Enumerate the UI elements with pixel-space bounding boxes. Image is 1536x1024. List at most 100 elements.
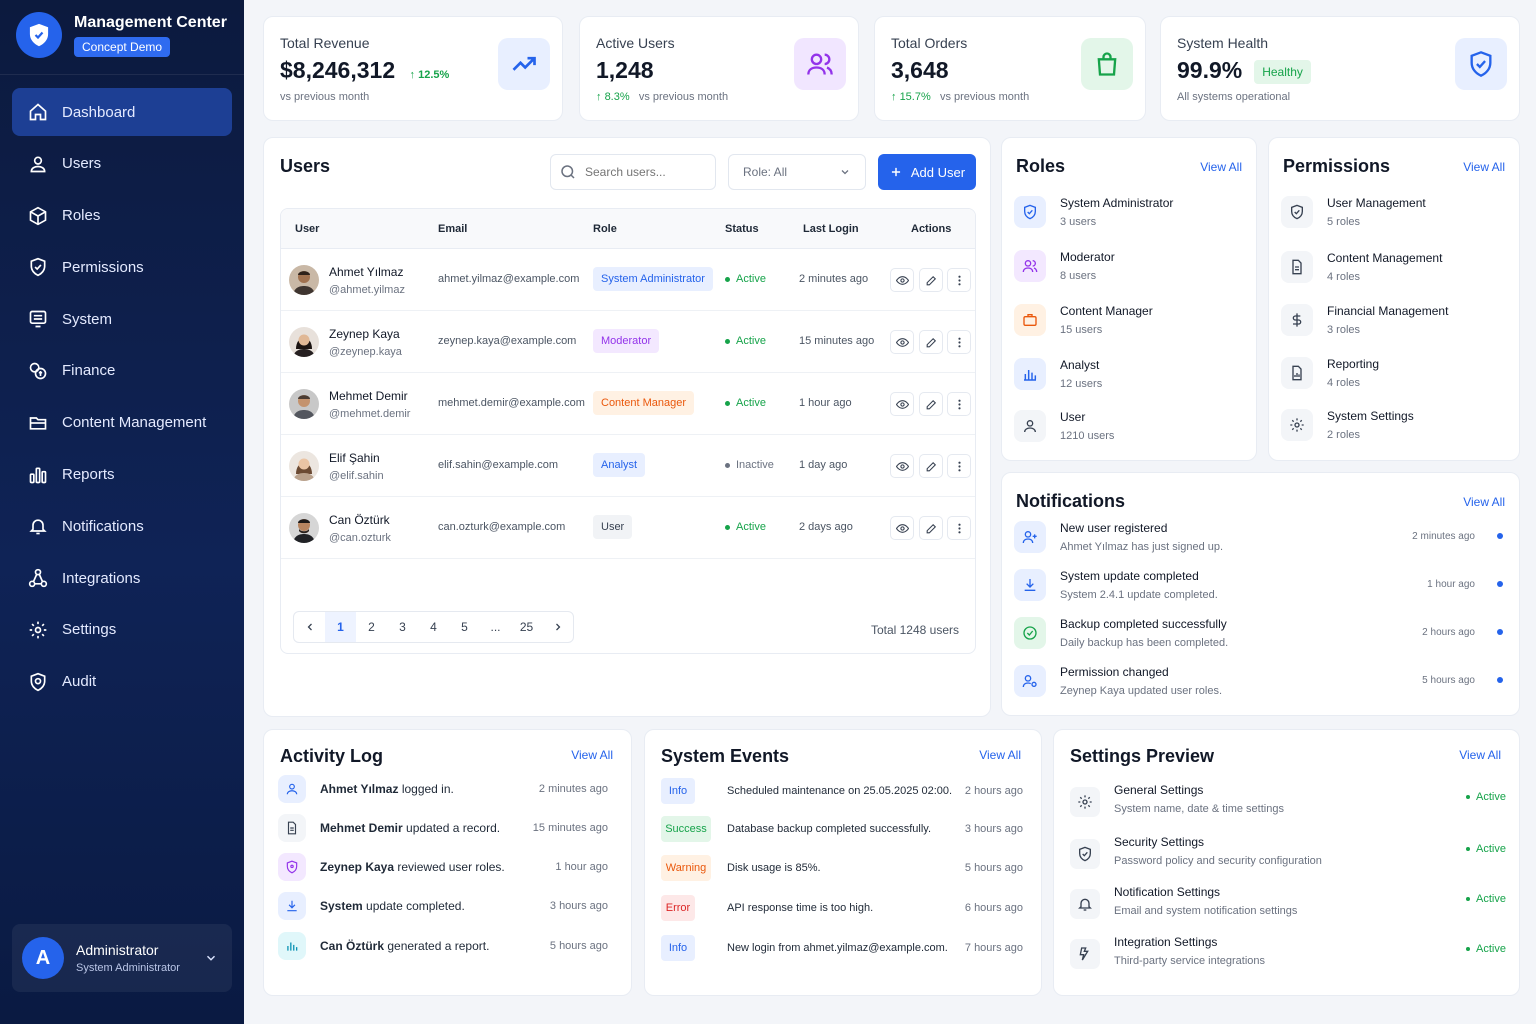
view-button[interactable] [890,516,914,540]
activity-item[interactable]: Ahmet Yılmaz logged in. 2 minutes ago [278,774,608,804]
role-item[interactable]: User 1210 users [1014,410,1114,442]
nav-item-reports[interactable]: Reports [12,451,232,499]
table-row[interactable]: Elif Şahin @elif.sahin elif.sahin@exampl… [281,435,975,497]
notification-item[interactable]: Backup completed successfully Daily backu… [1014,617,1228,649]
page-button[interactable]: 4 [418,612,449,642]
event-item[interactable]: Info New login from ahmet.yilmaz@example… [661,935,1023,961]
view-button[interactable] [890,392,914,416]
role-count: 1210 users [1060,430,1115,442]
table-row[interactable]: Ahmet Yılmaz @ahmet.yilmaz ahmet.yilmaz@… [281,249,975,311]
page-button[interactable]: 5 [449,612,480,642]
view-all-link[interactable]: View All [571,748,613,762]
event-item[interactable]: Info Scheduled maintenance on 25.05.2025… [661,778,1023,804]
more-button[interactable] [947,268,971,292]
page-button[interactable]: 2 [356,612,387,642]
notification-item[interactable]: New user registered Ahmet Yılmaz has just… [1014,521,1223,553]
profile-menu[interactable]: A Administrator System Administrator [12,924,232,992]
user-handle: @mehmet.demir [329,408,411,420]
brand[interactable]: Management Center Concept Demo [16,12,227,58]
event-text: Disk usage is 85%. [727,862,821,874]
event-text: New login from ahmet.yilmaz@example.com. [727,942,948,954]
notification-item[interactable]: Permission changed Zeynep Kaya updated us… [1014,665,1222,697]
role-item[interactable]: Moderator 8 users [1014,250,1115,282]
activity-item[interactable]: Mehmet Demir updated a record. 15 minute… [278,813,608,843]
chevron-down-icon[interactable] [204,951,218,965]
next-page-button[interactable] [542,612,573,642]
setting-item[interactable]: Security Settings Password policy and se… [1070,835,1506,875]
role-item[interactable]: Analyst 12 users [1014,358,1102,390]
nav-item-integrations[interactable]: Integrations [12,554,232,602]
role-count: 15 users [1060,324,1103,336]
nav-item-dashboard[interactable]: Dashboard [12,88,232,136]
nav-item-finance[interactable]: Finance [12,347,232,395]
page-button[interactable]: 1 [325,612,356,642]
view-all-link[interactable]: View All [1463,160,1505,174]
view-all-link[interactable]: View All [1463,495,1505,509]
more-button[interactable] [947,516,971,540]
permission-item[interactable]: User Management 5 roles [1281,196,1426,228]
edit-button[interactable] [919,454,943,478]
nav-item-notifications[interactable]: Notifications [12,502,232,550]
monitor-icon [29,310,47,328]
event-time: 2 hours ago [964,785,1023,797]
home-icon [29,103,47,121]
search-icon [561,165,575,179]
page-button[interactable]: 3 [387,612,418,642]
nav-item-permissions[interactable]: Permissions [12,243,232,291]
nav-item-audit[interactable]: Audit [12,658,232,706]
table-row[interactable]: Can Öztürk @can.ozturk can.ozturk@exampl… [281,497,975,559]
view-all-link[interactable]: View All [1200,160,1242,174]
permission-item[interactable]: Reporting 4 roles [1281,357,1379,389]
view-all-link[interactable]: View All [1459,748,1501,762]
view-all-link[interactable]: View All [979,748,1021,762]
page-button[interactable]: 25 [511,612,542,642]
more-button[interactable] [947,330,971,354]
event-item[interactable]: Error API response time is too high. 6 h… [661,895,1023,921]
nav-label: Content Management [62,414,207,432]
activity-item[interactable]: System update completed. 3 hours ago [278,891,608,921]
notification-time: 2 hours ago [1422,627,1475,638]
permission-item[interactable]: System Settings 2 roles [1281,409,1414,441]
view-button[interactable] [890,330,914,354]
nav-item-roles[interactable]: Roles [12,192,232,240]
status-badge: Inactive [725,459,774,471]
setting-item[interactable]: Notification Settings Email and system n… [1070,885,1506,925]
nav-item-users[interactable]: Users [12,140,232,188]
edit-button[interactable] [919,268,943,292]
edit-button[interactable] [919,516,943,540]
pencil-icon [926,337,936,347]
event-text: Database backup completed successfully. [727,823,932,835]
nav-item-system[interactable]: System [12,295,232,343]
view-button[interactable] [890,454,914,478]
role-name: Analyst [1060,358,1100,372]
permission-item[interactable]: Financial Management 3 roles [1281,304,1448,336]
activity-item[interactable]: Can Öztürk generated a report. 5 hours a… [278,931,608,961]
table-row[interactable]: Zeynep Kaya @zeynep.kaya zeynep.kaya@exa… [281,311,975,373]
pagination: 1 2 3 4 5 ... 25 [293,611,574,643]
prev-page-button[interactable] [294,612,325,642]
more-button[interactable] [947,392,971,416]
setting-item[interactable]: Integration Settings Third-party service… [1070,935,1506,975]
role-item[interactable]: System Administrator 3 users [1014,196,1173,228]
search-input[interactable] [585,165,695,179]
search-box[interactable] [550,154,716,190]
table-row[interactable]: Mehmet Demir @mehmet.demir mehmet.demir@… [281,373,975,435]
edit-button[interactable] [919,330,943,354]
trend-up-icon [498,38,550,90]
event-item[interactable]: Warning Disk usage is 85%. 5 hours ago [661,855,1023,881]
permission-item[interactable]: Content Management 4 roles [1281,251,1442,283]
view-button[interactable] [890,268,914,292]
setting-item[interactable]: General Settings System name, date & tim… [1070,783,1506,823]
role-item[interactable]: Content Manager 15 users [1014,304,1153,336]
nav-label: Roles [62,207,101,225]
notification-item[interactable]: System update completed System 2.4.1 upda… [1014,569,1218,601]
nav-item-content-management[interactable]: Content Management [12,399,232,447]
more-button[interactable] [947,454,971,478]
add-user-button[interactable]: Add User [878,154,976,190]
nav-item-settings[interactable]: Settings [12,606,232,654]
activity-item[interactable]: Zeynep Kaya reviewed user roles. 1 hour … [278,852,608,882]
role-filter-select[interactable]: Role: All [728,154,866,190]
avatar [289,265,319,295]
edit-button[interactable] [919,392,943,416]
event-item[interactable]: Success Database backup completed succes… [661,816,1023,842]
